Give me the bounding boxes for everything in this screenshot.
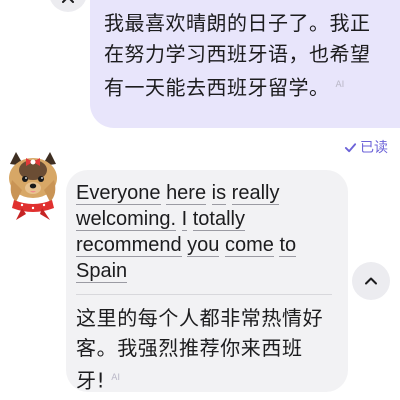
collapse-translation-button[interactable] (49, 0, 87, 12)
word[interactable]: is (211, 182, 227, 205)
word[interactable]: welcoming. (76, 208, 177, 231)
ai-tag: AI (335, 80, 345, 90)
word[interactable]: I (181, 208, 188, 231)
divider (76, 294, 332, 295)
word[interactable]: Spain (76, 260, 128, 283)
ai-tag: AI (111, 373, 121, 383)
word[interactable]: recommend (76, 234, 182, 257)
outgoing-message-content: 我最喜欢晴朗的日子了。我正在努力学习西班牙语，也希望有一天能去西班牙留学。 (104, 11, 371, 100)
word[interactable]: you (187, 234, 220, 257)
chevron-up-icon (62, 0, 74, 3)
outgoing-message-text: 我最喜欢晴朗的日子了。我正在努力学习西班牙语，也希望有一天能去西班牙留学。 AI (104, 8, 384, 104)
chevron-up-icon (365, 277, 377, 285)
original-message-text[interactable]: Everyone here is really welcoming. I tot… (76, 180, 326, 284)
word[interactable]: to (279, 234, 297, 257)
avatar[interactable] (2, 150, 64, 222)
word[interactable]: come (224, 234, 274, 257)
incoming-message-bubble[interactable]: Everyone here is really welcoming. I tot… (66, 170, 348, 393)
read-status: 已读 (344, 137, 388, 157)
outgoing-message-bubble[interactable]: 我最喜欢晴朗的日子了。我正在努力学习西班牙语，也希望有一天能去西班牙留学。 AI (90, 0, 400, 128)
read-status-label: 已读 (360, 140, 388, 156)
check-icon (344, 142, 357, 152)
word[interactable]: totally (192, 208, 245, 231)
word[interactable]: here (166, 182, 207, 205)
collapse-translation-button[interactable] (352, 262, 390, 300)
yorkie-dog-avatar-icon (9, 152, 57, 220)
word[interactable]: Everyone (76, 182, 161, 205)
translation-text: 这里的每个人都非常热情好客。我强烈推荐你来西班牙! AI (76, 303, 336, 396)
word[interactable]: really (231, 182, 280, 205)
